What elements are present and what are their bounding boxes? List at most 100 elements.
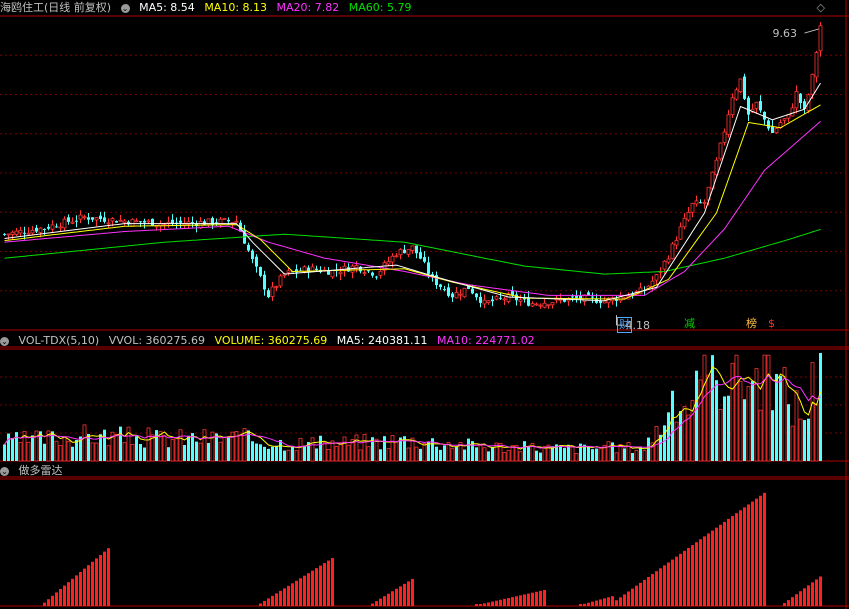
volume-bar xyxy=(639,447,642,461)
volume-bar xyxy=(7,433,10,461)
radar-bar xyxy=(619,597,622,606)
volume-bar xyxy=(746,386,751,462)
chevron-down-icon[interactable]: ⌄ xyxy=(120,3,130,13)
diamond-icon[interactable]: ◇ xyxy=(817,0,825,16)
candle-body xyxy=(538,304,543,307)
radar-bar xyxy=(795,594,798,606)
volume-bar xyxy=(366,446,371,462)
volume-bar xyxy=(482,447,487,462)
candle-body xyxy=(782,118,787,121)
radar-bar xyxy=(519,595,522,606)
volume-bar xyxy=(439,449,442,461)
volume-bar xyxy=(487,451,490,461)
event-tag-reduce[interactable]: 减 xyxy=(683,317,696,331)
radar-bar xyxy=(623,594,626,606)
volume-bar xyxy=(715,380,718,461)
candle-body xyxy=(179,220,182,223)
radar-bar xyxy=(687,547,690,606)
radar-bar xyxy=(103,551,106,606)
radar-bar xyxy=(539,590,542,606)
event-tag-finance[interactable]: 财 xyxy=(617,317,632,333)
candle-body xyxy=(702,201,707,204)
radar-bar xyxy=(627,591,630,606)
candle-body xyxy=(394,255,399,258)
radar-bar xyxy=(475,604,478,606)
volume-bar xyxy=(15,432,18,461)
volume-bar xyxy=(734,354,739,462)
volume-bar xyxy=(574,453,579,462)
candle-body xyxy=(599,301,602,304)
candle-body xyxy=(747,97,750,115)
chevron-down-icon[interactable]: ⌄ xyxy=(0,466,9,476)
volume-bar xyxy=(743,399,746,461)
candle-body xyxy=(82,216,87,219)
candle-body xyxy=(278,275,283,287)
volume-bar xyxy=(135,436,138,461)
radar-bar xyxy=(387,593,390,606)
volume-bar xyxy=(679,411,682,461)
candle-body xyxy=(774,127,779,134)
candle-body xyxy=(427,262,430,274)
volume-bar xyxy=(198,442,203,462)
radar-bar xyxy=(747,504,750,606)
candle-body xyxy=(534,303,539,306)
volume-bar xyxy=(510,445,515,462)
volume-bar xyxy=(303,445,306,461)
ma60-label: MA60: 5.79 xyxy=(348,1,412,14)
volume-bar xyxy=(170,439,175,462)
volume-bar xyxy=(727,395,730,461)
volume-bar xyxy=(782,367,787,462)
indicator-name: 做多雷达 xyxy=(18,464,63,477)
radar-bar xyxy=(91,561,94,606)
volume-bar xyxy=(455,446,458,461)
candle-body xyxy=(58,226,63,229)
radar-bar xyxy=(507,598,510,606)
radar-bar xyxy=(787,600,790,606)
chevron-down-icon[interactable]: ⌄ xyxy=(0,336,9,346)
candle-body xyxy=(354,265,359,269)
volume-bar xyxy=(71,446,74,461)
event-tag-dollar[interactable]: $ xyxy=(767,317,776,331)
radar-bar xyxy=(615,600,618,606)
volume-bar xyxy=(82,424,87,462)
volume-bar xyxy=(143,447,146,461)
volume-bar xyxy=(587,447,590,461)
volume-bar xyxy=(695,370,698,461)
candle-body xyxy=(367,270,370,272)
volume-bar xyxy=(342,436,347,462)
volume-bar xyxy=(390,435,395,462)
candle-body xyxy=(423,257,426,262)
volume-bar xyxy=(195,441,198,461)
radar-bar xyxy=(319,565,322,606)
candle-body xyxy=(718,142,723,160)
volume-bar xyxy=(523,441,526,461)
volume-bar xyxy=(119,426,122,461)
volume-bar xyxy=(634,450,639,462)
radar-bar xyxy=(751,501,754,606)
volume-bar xyxy=(271,446,274,461)
volume-bar xyxy=(682,406,687,462)
candle-body xyxy=(103,217,106,222)
candle-body xyxy=(91,217,94,220)
radar-bar xyxy=(727,518,730,606)
candle-body xyxy=(814,52,819,78)
radar-bar xyxy=(407,581,410,606)
candle-body xyxy=(222,218,227,220)
volume-bar xyxy=(502,452,507,462)
volume-bar xyxy=(18,442,23,462)
radar-bar xyxy=(59,588,62,606)
volume-bar xyxy=(43,443,46,461)
radar-bar xyxy=(43,602,46,606)
volume-bar xyxy=(463,449,466,461)
volume-bar xyxy=(222,437,227,462)
event-tag-list[interactable]: 榜 xyxy=(745,317,758,331)
volume-bar xyxy=(54,440,59,462)
candle-body xyxy=(35,227,38,232)
candle-body xyxy=(62,218,67,229)
candle-body xyxy=(502,298,507,301)
radar-bar xyxy=(99,554,102,606)
radar-bar xyxy=(55,592,58,606)
radar-bar xyxy=(503,598,506,606)
volume-header: ⌄ VOL-TDX(5,10) VVOL: 360275.69 VOLUME: … xyxy=(0,333,541,349)
radar-bar xyxy=(611,603,614,606)
